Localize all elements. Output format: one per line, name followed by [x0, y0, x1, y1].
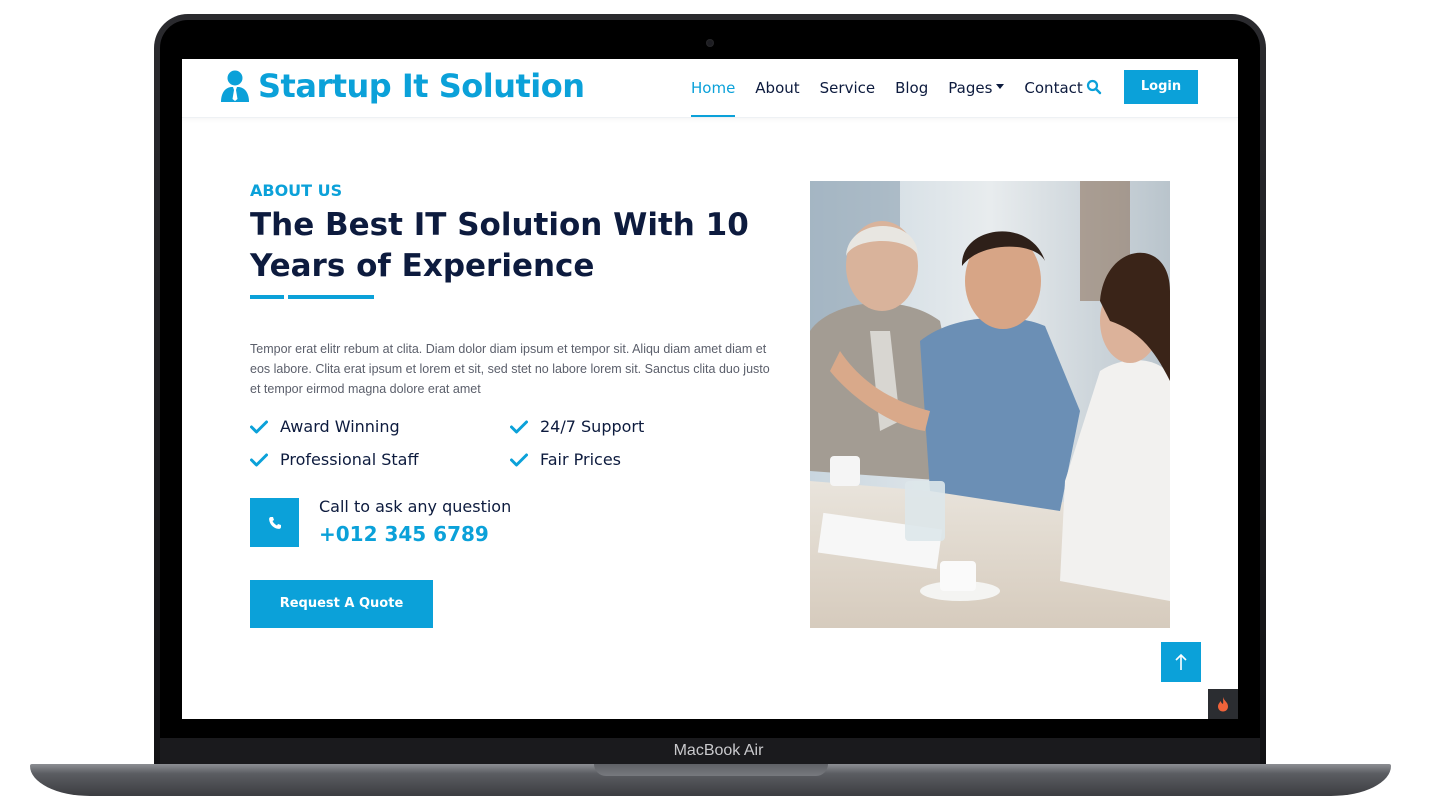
arrow-up-icon [1175, 653, 1187, 670]
fire-badge[interactable] [1208, 689, 1238, 719]
laptop-notch [594, 764, 828, 776]
back-to-top-button[interactable] [1161, 642, 1201, 682]
nav-blog[interactable]: Blog [895, 59, 928, 117]
nav-home[interactable]: Home [691, 59, 736, 117]
feature-item: 24/7 Support [510, 417, 644, 436]
feature-label: Professional Staff [280, 450, 419, 469]
browser-viewport: Startup It Solution Home About Service B… [182, 59, 1238, 719]
check-icon [250, 453, 268, 466]
feature-label: Fair Prices [540, 450, 622, 469]
brand-name: Startup It Solution [258, 67, 585, 105]
section-eyebrow: ABOUT US [250, 181, 343, 200]
nav-pages-label: Pages [948, 79, 993, 97]
chevron-down-icon [996, 84, 1005, 89]
nav-pages[interactable]: Pages [948, 59, 1005, 117]
meeting-illustration [810, 181, 1170, 628]
search-icon[interactable] [1086, 79, 1102, 95]
main-menu: Home About Service Blog Pages Contact [691, 59, 1103, 117]
call-number[interactable]: +012 345 6789 [319, 522, 489, 546]
request-quote-button[interactable]: Request A Quote [250, 580, 433, 628]
section-heading: The Best IT Solution With 10 Years of Ex… [250, 207, 749, 284]
feature-item: Award Winning [250, 417, 400, 436]
check-icon [510, 453, 528, 466]
feature-label: Award Winning [280, 417, 400, 436]
camera-icon [706, 39, 714, 47]
nav-service[interactable]: Service [820, 59, 875, 117]
brand-logo[interactable]: Startup It Solution [220, 67, 585, 105]
team-meeting-photo [810, 181, 1170, 628]
user-tie-icon [221, 70, 249, 102]
feature-label: 24/7 Support [540, 417, 645, 436]
device-label: MacBook Air [673, 742, 764, 759]
nav-contact[interactable]: Contact [1024, 59, 1082, 117]
nav-about[interactable]: About [755, 59, 799, 117]
call-label: Call to ask any question [319, 497, 512, 516]
about-paragraph: Tempor erat elitr rebum at clita. Diam d… [250, 342, 770, 396]
check-icon [250, 420, 268, 433]
heading-divider-short [250, 295, 284, 299]
phone-icon-box [250, 498, 299, 547]
login-button[interactable]: Login [1124, 70, 1198, 104]
heading-divider-long [288, 295, 374, 299]
fire-icon [1218, 697, 1228, 712]
feature-item: Professional Staff [250, 450, 419, 469]
feature-item: Fair Prices [510, 450, 621, 469]
navbar: Startup It Solution Home About Service B… [182, 59, 1238, 118]
check-icon [510, 420, 528, 433]
phone-icon [268, 516, 281, 529]
